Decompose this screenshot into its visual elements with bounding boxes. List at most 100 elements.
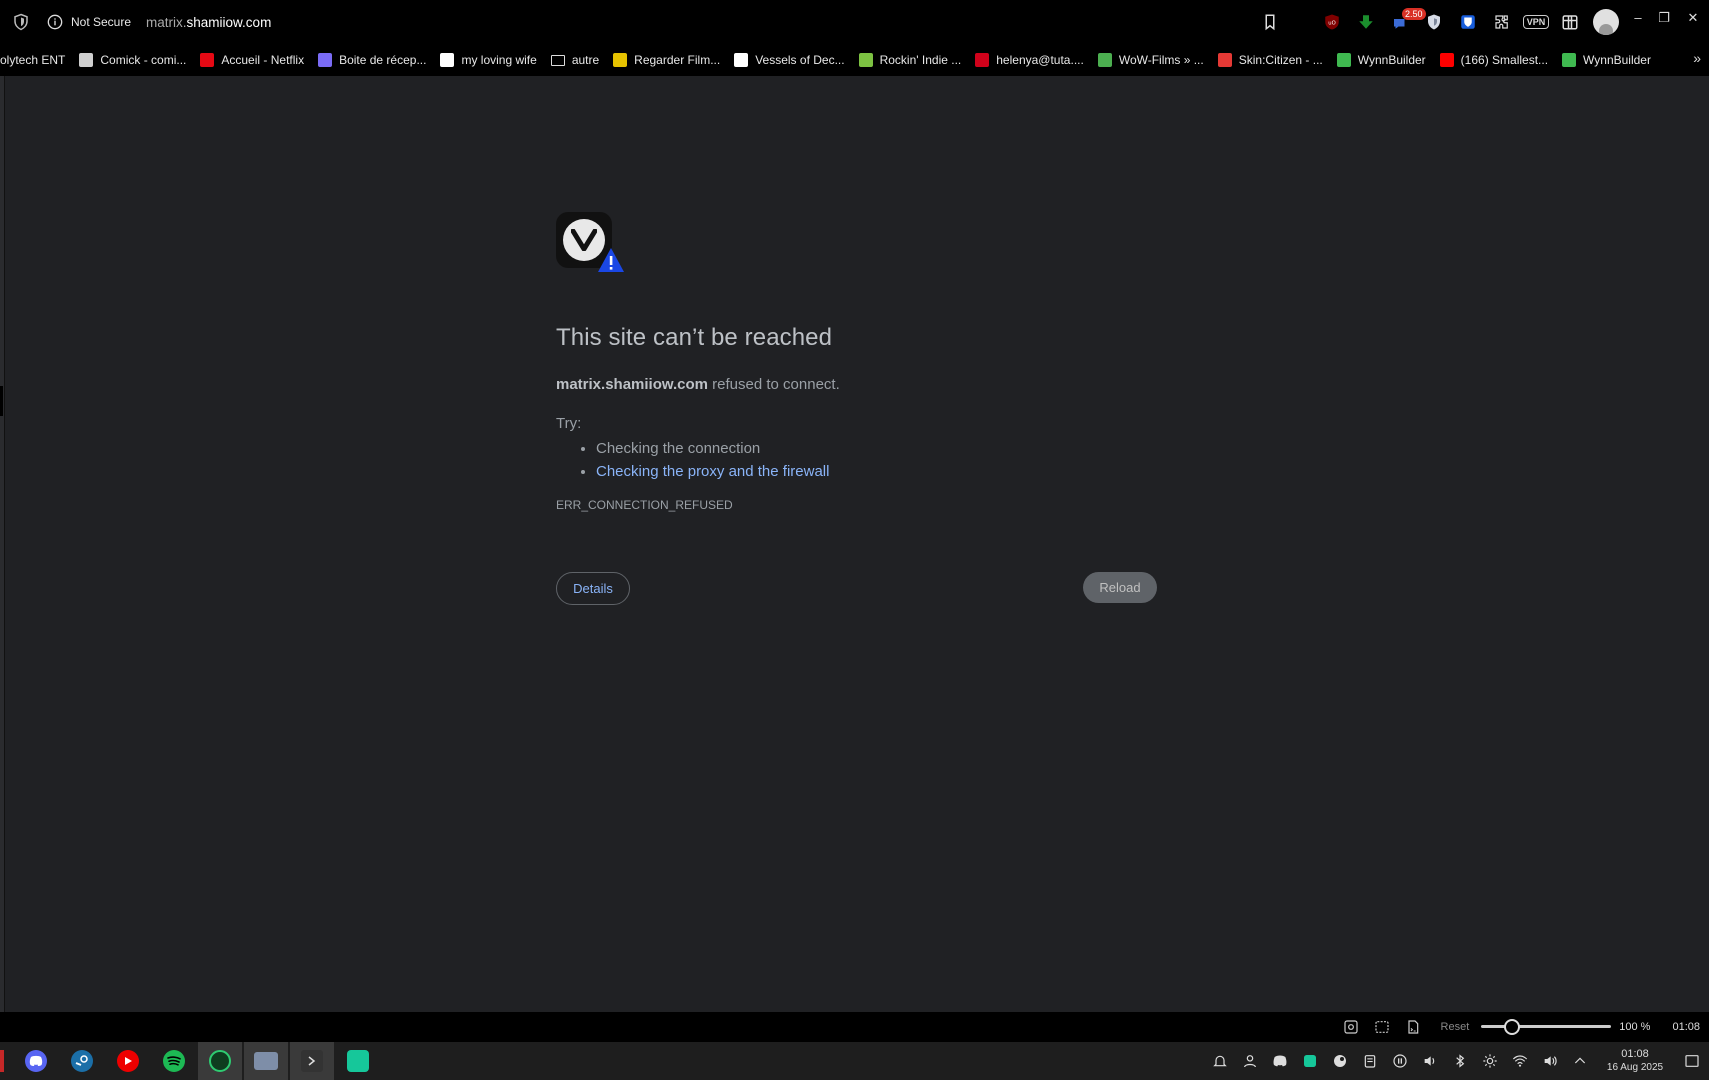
bookmark-item[interactable]: (166) Smallest... [1439, 53, 1549, 67]
bookmark-item[interactable]: helenya@tuta.... [975, 53, 1084, 67]
wifi-icon[interactable] [1505, 1042, 1535, 1080]
zoom-slider[interactable] [1481, 1019, 1612, 1035]
bookmark-item[interactable]: olytech ENT [0, 53, 65, 67]
bookmark-label: WynnBuilder [1357, 53, 1426, 67]
pause-icon[interactable] [1385, 1042, 1415, 1080]
speaker-icon[interactable] [1535, 1042, 1565, 1080]
privacy-shield-icon[interactable] [1417, 0, 1451, 44]
clipboard-icon[interactable] [1355, 1042, 1385, 1080]
bookmark-item[interactable]: Boite de récep... [318, 53, 426, 67]
ublock-icon[interactable]: uO [1315, 0, 1349, 44]
bookmark-label: olytech ENT [0, 53, 66, 67]
restore-button[interactable]: ❐ [1651, 0, 1677, 44]
zoom-reset[interactable]: Reset [1441, 1021, 1470, 1033]
error-title: This site can’t be reached [556, 324, 833, 351]
bookmark-label: my loving wife [461, 53, 537, 67]
bookmark-item[interactable]: Skin:Citizen - ... [1217, 53, 1323, 67]
bookmark-item[interactable]: my loving wife [440, 53, 537, 67]
bookmark-item[interactable]: autre [550, 53, 599, 67]
suggestion-connection: Checking the connection [596, 440, 1156, 457]
taskbar-youtube-music[interactable] [106, 1042, 150, 1080]
bookmark-label: Rockin' Indie ... [879, 53, 962, 67]
bookmark-item[interactable]: Rockin' Indie ... [858, 53, 962, 67]
status-bar: Reset 100 % 01:08 [0, 1012, 1709, 1042]
close-button[interactable]: ✕ [1677, 0, 1709, 44]
bluetooth-icon[interactable] [1445, 1042, 1475, 1080]
user-icon[interactable] [1235, 1042, 1265, 1080]
error-message: refused to connect. [708, 376, 840, 393]
minimize-button[interactable]: – [1625, 0, 1651, 44]
bookmarks-bar: olytech ENT Comick - comi... Accueil - Net… [0, 44, 1709, 76]
notification-bell-icon[interactable] [1205, 1042, 1235, 1080]
bookmark-favicon-icon [1217, 53, 1232, 67]
bookmark-label: Skin:Citizen - ... [1238, 53, 1323, 67]
zoom-thumb[interactable] [1504, 1019, 1521, 1035]
bookmark-label: Comick - comi... [100, 53, 187, 67]
shield-icon[interactable] [12, 13, 30, 31]
download-icon[interactable] [1349, 0, 1383, 44]
tiling-icon[interactable] [1369, 1018, 1395, 1036]
reload-button[interactable]: Reload [1083, 572, 1157, 603]
screen: Not Secure matrix.shamiiow.com uO 2.50 V… [0, 0, 1709, 1080]
show-desktop-icon[interactable] [1675, 1042, 1709, 1080]
taskbar-app-sync[interactable] [336, 1042, 380, 1080]
bookmark-item[interactable]: Regarder Film... [613, 53, 720, 67]
suggestion-proxy-link[interactable]: Checking the proxy and the firewall [596, 463, 1156, 480]
bookmarks-overflow-icon[interactable]: » [1693, 50, 1701, 66]
vpn-label: VPN [1522, 15, 1550, 29]
details-button[interactable]: Details [556, 572, 630, 605]
taskbar-clock[interactable]: 01:08 16 Aug 2025 [1595, 1048, 1675, 1074]
bookmark-favicon-icon [1562, 53, 1577, 67]
taskbar-steam[interactable] [60, 1042, 104, 1080]
extensions-puzzle-icon[interactable] [1485, 0, 1519, 44]
bookmark-favicon-icon [79, 53, 94, 67]
bookmark-item[interactable]: Vessels of Dec... [734, 53, 845, 67]
clock-date: 16 Aug 2025 [1606, 1062, 1664, 1073]
page-actions-icon[interactable] [1400, 1018, 1426, 1036]
bookmark-item[interactable]: Comick - comi... [79, 53, 186, 67]
taskbar-spotify[interactable] [152, 1042, 196, 1080]
taskbar-app-green[interactable] [198, 1042, 242, 1080]
bitwarden-icon[interactable] [1451, 0, 1485, 44]
tray-steam-icon[interactable] [1325, 1042, 1355, 1080]
bookmark-favicon-icon [975, 53, 990, 67]
vpn-button[interactable]: VPN [1519, 0, 1553, 44]
taskbar-discord[interactable] [14, 1042, 58, 1080]
bookmark-favicon-icon [1097, 53, 1112, 67]
panel-handle[interactable] [0, 386, 3, 416]
gift-icon[interactable] [1553, 0, 1587, 44]
taskbar-app-image[interactable] [244, 1042, 288, 1080]
avatar-silhouette [1599, 24, 1613, 35]
url-prefix: matrix. [146, 14, 187, 30]
system-tray: 01:08 16 Aug 2025 [1205, 1042, 1709, 1080]
bookmark-page-icon[interactable] [1253, 0, 1287, 44]
chevron-up-icon[interactable] [1565, 1042, 1595, 1080]
bookmark-item[interactable]: WynnBuilder [1336, 53, 1426, 67]
suggestion-text: Checking the connection [596, 440, 761, 457]
steam-icon [71, 1050, 93, 1072]
address-bar: Not Secure matrix.shamiiow.com uO 2.50 V… [0, 0, 1709, 44]
zoom-track [1481, 1025, 1612, 1028]
suggestion-link-text[interactable]: Checking the proxy and the firewall [596, 463, 829, 480]
taskbar-app-edge[interactable] [0, 1050, 4, 1072]
bookmark-item[interactable]: Accueil - Netflix [200, 53, 304, 67]
url-field[interactable]: matrix.shamiiow.com [146, 15, 271, 30]
tray-sync-icon[interactable] [1295, 1042, 1325, 1080]
info-icon[interactable] [47, 14, 63, 30]
bookmark-item[interactable]: WoW-Films » ... [1097, 53, 1204, 67]
bookmark-favicon-icon [1336, 53, 1351, 67]
bookmark-favicon-icon [318, 53, 333, 67]
bookmark-label: WoW-Films » ... [1118, 53, 1204, 67]
taskbar-terminal[interactable] [290, 1042, 334, 1080]
profile-avatar[interactable] [1593, 9, 1619, 35]
brightness-icon[interactable] [1475, 1042, 1505, 1080]
taskbar: 01:08 16 Aug 2025 [0, 1042, 1709, 1080]
tray-discord-icon[interactable] [1265, 1042, 1295, 1080]
bookmark-item[interactable]: WynnBuilder [1562, 53, 1651, 67]
bookmark-label: (166) Smallest... [1460, 53, 1549, 67]
volume-icon[interactable] [1415, 1042, 1445, 1080]
capture-icon[interactable] [1338, 1018, 1364, 1036]
security-label[interactable]: Not Secure [71, 15, 131, 29]
extension-badge-icon[interactable]: 2.50 [1383, 0, 1426, 44]
